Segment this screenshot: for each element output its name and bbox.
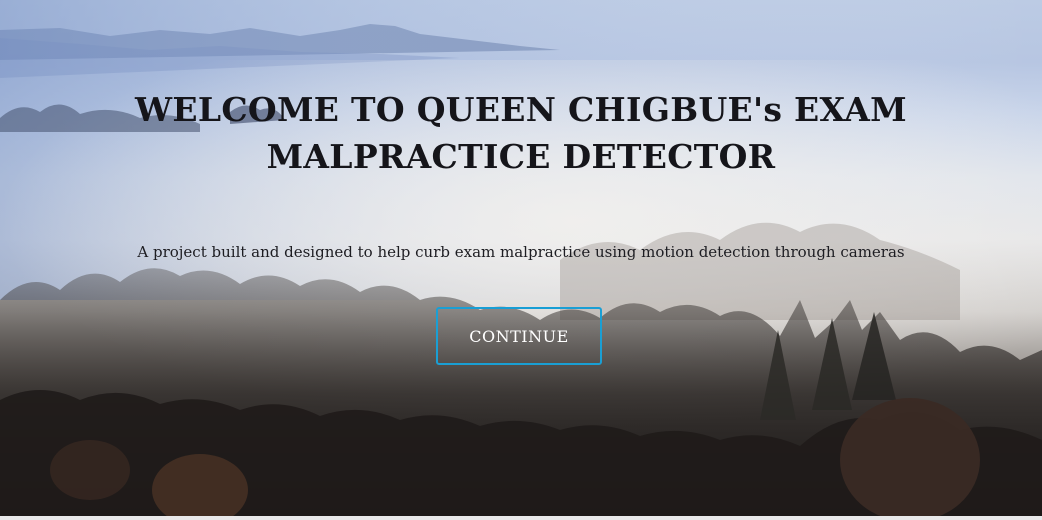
continue-button[interactable]: CONTINUE [436, 307, 602, 365]
page-title: WELCOME TO QUEEN CHIGBUE's EXAM MALPRACT… [135, 90, 907, 176]
hero-section: WELCOME TO QUEEN CHIGBUE's EXAM MALPRACT… [0, 0, 1042, 520]
page-subtitle: A project built and designed to help cur… [137, 243, 905, 261]
